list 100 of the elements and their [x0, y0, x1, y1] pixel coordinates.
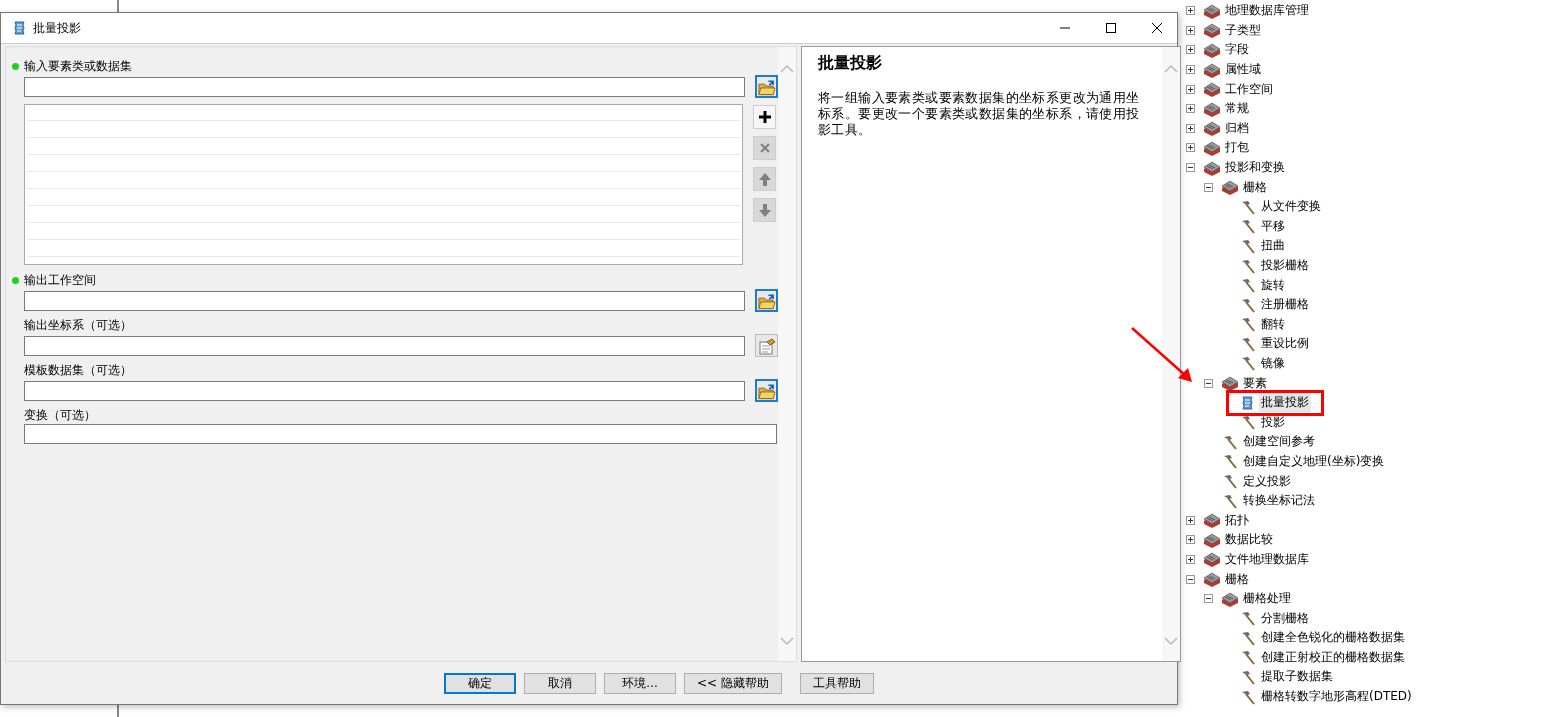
- dialog-button[interactable]: << 隐藏帮助: [684, 672, 782, 694]
- toolbox-icon: [1203, 159, 1221, 176]
- tree-item[interactable]: 栅格: [1241, 177, 1269, 197]
- collapse-icon[interactable]: [1204, 378, 1213, 388]
- help-text: 将一组输入要素类或要素数据集的坐标系更改为通用坐标系。要更改一个要素类或数据集的坐标系，请使用投影工具。: [818, 90, 1141, 138]
- script-icon: [11, 20, 27, 36]
- input-field[interactable]: [24, 290, 745, 311]
- scroll-up-icon: [1164, 65, 1178, 73]
- toolbox-icon: [1203, 100, 1221, 117]
- maximize-icon: [1105, 23, 1117, 33]
- annotation-arrow: [1130, 326, 1194, 384]
- expand-icon[interactable]: [1186, 535, 1195, 545]
- expand-icon[interactable]: [1186, 515, 1195, 525]
- expand-icon[interactable]: [1186, 104, 1195, 114]
- tree-item[interactable]: 创建全色锐化的栅格数据集: [1259, 628, 1407, 648]
- toolbox-icon: [1203, 531, 1221, 548]
- dialog-button[interactable]: 环境...: [604, 672, 676, 694]
- parameter-label: 变换（可选）: [24, 406, 96, 424]
- toolbox-icon: [1221, 375, 1239, 392]
- tree-item[interactable]: 工作空间: [1223, 79, 1275, 99]
- input-field[interactable]: [24, 76, 745, 97]
- tree-item[interactable]: 分割栅格: [1259, 608, 1311, 628]
- tree-item[interactable]: 平移: [1259, 216, 1287, 236]
- toolbox-icon: [1221, 179, 1239, 196]
- script-icon: [1239, 394, 1255, 411]
- expand-icon[interactable]: [1186, 84, 1195, 94]
- browse-button[interactable]: [755, 379, 778, 402]
- toolbox-icon: [1203, 551, 1221, 568]
- toolbox-icon: [1203, 81, 1221, 98]
- dialog-button[interactable]: 取消: [524, 672, 596, 694]
- tree-item[interactable]: 要素: [1241, 373, 1269, 393]
- tree-item[interactable]: 拓扑: [1223, 510, 1251, 530]
- expand-icon[interactable]: [1186, 123, 1195, 133]
- tree-item[interactable]: 打包: [1223, 138, 1251, 158]
- window-title: 批量投影: [33, 19, 81, 37]
- add-button[interactable]: [753, 105, 776, 129]
- browse-button[interactable]: [755, 289, 778, 312]
- tree-item[interactable]: 属性域: [1223, 60, 1263, 80]
- tree-item[interactable]: 投影栅格: [1259, 256, 1311, 275]
- toolbox-icon: [1203, 61, 1221, 78]
- tree-item[interactable]: 创建空间参考: [1241, 432, 1317, 452]
- tree-item[interactable]: 投影和变换: [1223, 158, 1287, 178]
- tree-item[interactable]: 常规: [1223, 99, 1251, 119]
- expand-icon[interactable]: [1186, 554, 1195, 564]
- tree-item[interactable]: 批量投影: [1259, 393, 1311, 413]
- tree-item[interactable]: 文件地理数据库: [1223, 549, 1311, 569]
- document-icon: [756, 336, 777, 355]
- plus-icon: [756, 109, 773, 125]
- parameter-label: 输入要素类或数据集: [24, 57, 132, 75]
- toolbox-icon: [1203, 571, 1221, 587]
- help-title: 批量投影: [818, 53, 883, 74]
- tree-item[interactable]: 栅格处理: [1241, 589, 1293, 609]
- down-arrow-icon: [756, 202, 773, 218]
- collapse-icon[interactable]: [1204, 594, 1213, 604]
- toolbox-icon: [1203, 42, 1221, 58]
- tree-item[interactable]: 创建自定义地理(坐标)变换: [1241, 451, 1387, 471]
- dialog-button[interactable]: 确定: [444, 672, 516, 694]
- tree-item[interactable]: 数据比较: [1223, 530, 1275, 550]
- tree-item[interactable]: 字段: [1223, 40, 1251, 60]
- tree-item[interactable]: 定义投影: [1241, 471, 1293, 491]
- scroll-down-icon: [780, 637, 794, 645]
- browse-button[interactable]: [755, 334, 778, 357]
- expand-icon[interactable]: [1186, 6, 1195, 16]
- expand-icon[interactable]: [1186, 143, 1195, 153]
- tree-item[interactable]: 创建正射校正的栅格数据集: [1259, 647, 1407, 667]
- tree-item[interactable]: 镜像: [1259, 354, 1287, 373]
- input-field[interactable]: [24, 335, 745, 356]
- tree-item[interactable]: 从文件变换: [1259, 197, 1323, 217]
- up-arrow-icon: [756, 171, 773, 187]
- expand-icon[interactable]: [1186, 65, 1195, 75]
- expand-icon[interactable]: [1186, 45, 1195, 55]
- tree-item[interactable]: 栅格转数字地形高程(DTED): [1259, 687, 1414, 707]
- scroll-up-icon: [780, 65, 794, 73]
- tree-item[interactable]: 栅格: [1223, 569, 1251, 589]
- tree-item[interactable]: 翻转: [1259, 314, 1287, 334]
- tree-item[interactable]: 投影: [1259, 412, 1287, 432]
- tree-item[interactable]: 归档: [1223, 118, 1251, 138]
- parameter-label: 输出坐标系（可选）: [24, 316, 132, 334]
- collapse-icon[interactable]: [1186, 163, 1195, 173]
- toolbox-icon: [1221, 590, 1239, 607]
- expand-icon[interactable]: [1186, 25, 1195, 35]
- tree-item[interactable]: 重设比例: [1259, 334, 1311, 354]
- tree-item[interactable]: 旋转: [1259, 275, 1287, 295]
- tree-item[interactable]: 提取子数据集: [1259, 667, 1335, 687]
- tree-item[interactable]: 地理数据库管理: [1223, 1, 1311, 21]
- toolbox-icon: [1203, 139, 1221, 156]
- tree-item[interactable]: 转换坐标记法: [1241, 491, 1317, 511]
- toolbox-icon: [1203, 22, 1221, 39]
- tree-item[interactable]: 扭曲: [1259, 236, 1287, 256]
- collapse-icon[interactable]: [1204, 182, 1213, 192]
- dialog-button[interactable]: 工具帮助: [799, 672, 874, 694]
- close-icon: [1151, 23, 1163, 33]
- tree-item[interactable]: 注册栅格: [1259, 295, 1311, 315]
- input-field[interactable]: [24, 380, 745, 401]
- collapse-icon[interactable]: [1186, 574, 1195, 584]
- tree-item[interactable]: 子类型: [1223, 20, 1263, 40]
- input-field[interactable]: [24, 424, 777, 444]
- browse-button[interactable]: [755, 75, 778, 98]
- parameter-label: 输出工作空间: [24, 271, 96, 289]
- scroll-down-icon: [1164, 637, 1178, 645]
